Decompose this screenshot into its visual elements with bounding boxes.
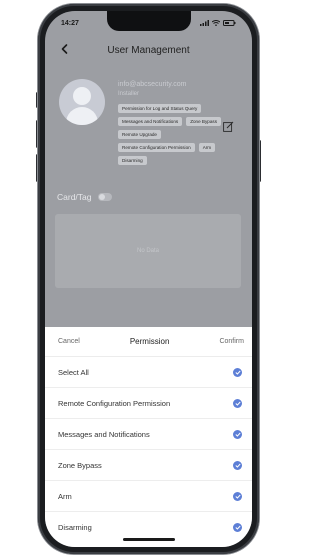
- page-title: User Management: [107, 44, 190, 56]
- check-icon[interactable]: [233, 491, 242, 501]
- wifi-icon: [212, 20, 220, 26]
- nav-bar: User Management: [45, 35, 252, 65]
- card-tag-toggle[interactable]: [97, 193, 112, 201]
- permission-chip: Remote Upgrade: [118, 130, 161, 139]
- notch: [107, 11, 191, 31]
- option-remote-configuration[interactable]: Remote Configuration Permission: [45, 388, 252, 419]
- sheet-title: Permission: [129, 337, 170, 346]
- option-label: Arm: [58, 491, 72, 501]
- phone-screen: 14:27 User Management info@abcsecurity.c…: [45, 11, 252, 547]
- card-tag-label: Card/Tag: [57, 192, 92, 202]
- user-email: info@abcsecurity.com: [118, 81, 187, 88]
- permission-sheet: Cancel Permission Confirm Select All Rem…: [45, 327, 252, 547]
- user-role: Installer: [118, 91, 140, 97]
- option-label: Messages and Notifications: [58, 429, 150, 439]
- empty-text: No Data: [136, 248, 159, 254]
- confirm-button[interactable]: Confirm: [219, 338, 244, 345]
- check-icon[interactable]: [233, 429, 242, 439]
- status-icons: [200, 20, 236, 26]
- cancel-button[interactable]: Cancel: [58, 338, 80, 345]
- option-label: Select All: [58, 367, 89, 377]
- option-select-all[interactable]: Select All: [45, 357, 252, 388]
- status-time: 14:27: [61, 19, 79, 27]
- battery-icon: [223, 20, 236, 26]
- check-icon[interactable]: [233, 523, 242, 532]
- sheet-header: Cancel Permission Confirm: [45, 327, 252, 357]
- card-tag-list: No Data: [55, 214, 241, 288]
- option-zone-bypass[interactable]: Zone Bypass: [45, 450, 252, 481]
- permission-chip: Disarming: [118, 156, 147, 165]
- permission-chip: Messages and Notifications: [118, 117, 183, 126]
- edit-icon[interactable]: [223, 121, 234, 132]
- check-icon[interactable]: [233, 398, 242, 408]
- check-icon[interactable]: [233, 367, 242, 377]
- user-profile: info@abcsecurity.com Installer Permissio…: [57, 71, 242, 181]
- permission-chip: Zone Bypass: [186, 117, 221, 126]
- home-indicator[interactable]: [123, 538, 175, 541]
- check-icon[interactable]: [233, 460, 242, 470]
- permission-chip: Permission for Log and Status Query: [118, 104, 202, 113]
- signal-icon: [200, 20, 209, 26]
- option-messages-notifications[interactable]: Messages and Notifications: [45, 419, 252, 450]
- permission-chip: Remote Configuration Permission: [118, 143, 195, 152]
- permission-chips: Permission for Log and Status Query Mess…: [118, 104, 222, 165]
- back-arrow-icon[interactable]: [59, 43, 71, 55]
- option-label: Disarming: [58, 523, 92, 532]
- card-tag-section: Card/Tag: [57, 192, 112, 202]
- option-arm[interactable]: Arm: [45, 481, 252, 512]
- option-label: Zone Bypass: [58, 460, 102, 470]
- permission-chip: Arm: [198, 143, 216, 152]
- option-label: Remote Configuration Permission: [58, 398, 171, 408]
- avatar: [59, 79, 105, 125]
